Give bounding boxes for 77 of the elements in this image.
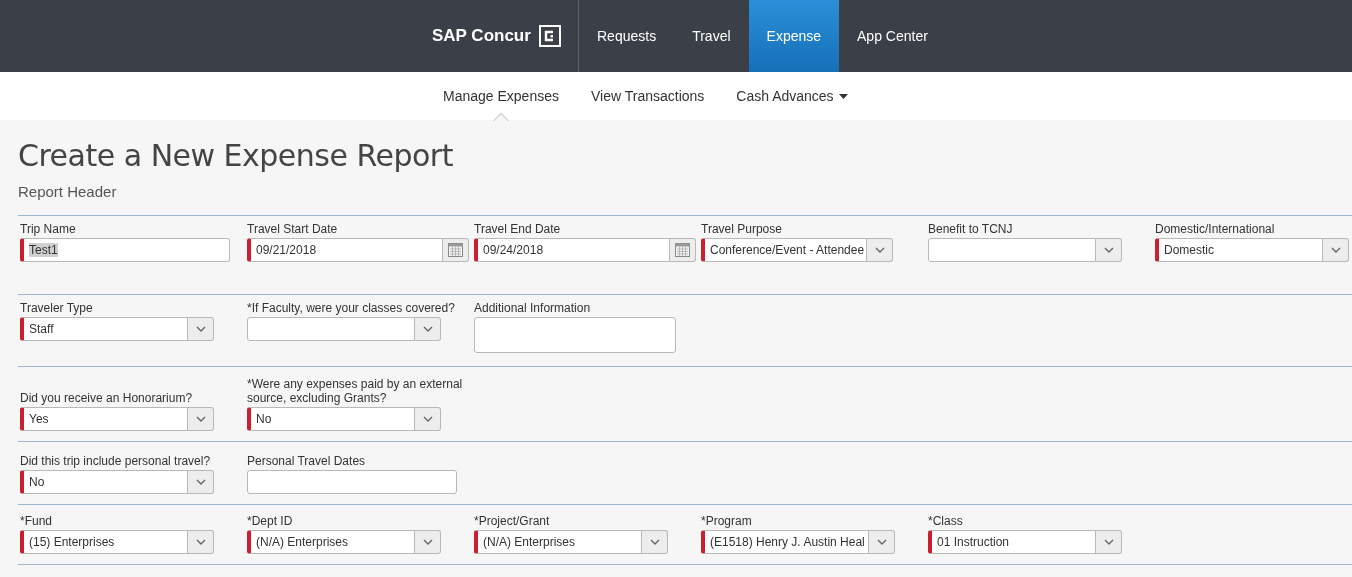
calendar-icon bbox=[675, 243, 690, 257]
field-label: Travel Start Date bbox=[247, 222, 339, 236]
nav-tab[interactable]: Travel bbox=[674, 0, 749, 72]
input-field[interactable]: (15) Enterprises bbox=[20, 530, 188, 554]
input-field[interactable]: No bbox=[20, 470, 188, 494]
chevron-down-icon bbox=[422, 539, 433, 545]
input-field[interactable]: 09/21/2018 bbox=[247, 238, 443, 262]
section-title: Report Header bbox=[18, 183, 118, 202]
dropdown-button[interactable] bbox=[867, 238, 893, 262]
field-label: *Project/Grant bbox=[474, 514, 551, 528]
input-field[interactable]: 09/24/2018 bbox=[474, 238, 670, 262]
input-field[interactable]: Test1 bbox=[20, 238, 230, 262]
chevron-down-icon bbox=[195, 416, 206, 422]
chevron-down-icon bbox=[876, 539, 887, 545]
field-label: Travel Purpose bbox=[701, 222, 783, 236]
chevron-down-icon bbox=[649, 539, 660, 545]
dropdown-button[interactable] bbox=[415, 317, 441, 341]
dropdown-button[interactable] bbox=[188, 317, 214, 341]
field-label: Benefit to TCNJ bbox=[928, 222, 1014, 236]
field-label: *Class bbox=[928, 514, 964, 528]
sub-nav-link[interactable]: View Transactions bbox=[574, 72, 721, 120]
dropdown-button[interactable] bbox=[188, 407, 214, 431]
dropdown-button[interactable] bbox=[188, 530, 214, 554]
calendar-button[interactable] bbox=[670, 238, 696, 262]
field-label: *Dept ID bbox=[247, 514, 294, 528]
dropdown-button[interactable] bbox=[869, 530, 895, 554]
field-label: *Fund bbox=[20, 514, 54, 528]
field-label: Did this trip include personal travel? bbox=[20, 454, 212, 468]
chevron-down-icon bbox=[1330, 247, 1341, 253]
field-label: Trip Name bbox=[20, 222, 77, 236]
field-label: Travel End Date bbox=[474, 222, 562, 236]
input-field[interactable]: Domestic bbox=[1155, 238, 1323, 262]
input-field[interactable] bbox=[247, 317, 415, 341]
dropdown-button[interactable] bbox=[642, 530, 668, 554]
sub-nav-link[interactable]: Cash Advances bbox=[720, 72, 864, 120]
field-label: *If Faculty, were your classes covered? bbox=[247, 301, 456, 315]
chevron-down-icon bbox=[1103, 539, 1114, 545]
input-field[interactable] bbox=[928, 238, 1096, 262]
calendar-icon bbox=[448, 243, 463, 257]
chevron-down-icon bbox=[422, 326, 433, 332]
field-label: *Were any expenses paid by an external source, excluding Grants? bbox=[247, 377, 464, 405]
input-field[interactable]: Staff bbox=[20, 317, 188, 341]
field-label: *Program bbox=[701, 514, 753, 528]
chevron-down-icon bbox=[195, 539, 206, 545]
field-label: Domestic/International bbox=[1155, 222, 1276, 236]
input-field[interactable]: No bbox=[247, 407, 415, 431]
field-label: Personal Travel Dates bbox=[247, 454, 367, 468]
page-title: Create a New Expense Report bbox=[18, 138, 454, 173]
dropdown-button[interactable] bbox=[415, 407, 441, 431]
input-field[interactable]: (E1518) Henry J. Austin Heal bbox=[701, 530, 869, 554]
dropdown-button[interactable] bbox=[1096, 530, 1122, 554]
nav-tab[interactable]: Expense bbox=[748, 0, 840, 72]
dropdown-button[interactable] bbox=[415, 530, 441, 554]
input-field[interactable] bbox=[247, 470, 457, 494]
field-label: Did you receive an Honorarium? bbox=[20, 391, 194, 405]
chevron-down-icon bbox=[1103, 247, 1114, 253]
logo-icon bbox=[538, 25, 561, 47]
logo-text: SAP Concur bbox=[432, 26, 531, 46]
chevron-down-icon bbox=[195, 326, 206, 332]
nav-tab[interactable]: App Center bbox=[839, 0, 946, 72]
calendar-button[interactable] bbox=[443, 238, 469, 262]
input-field[interactable]: (N/A) Enterprises bbox=[247, 530, 415, 554]
input-field[interactable]: (N/A) Enterprises bbox=[474, 530, 642, 554]
nav-tab[interactable]: Requests bbox=[579, 0, 675, 72]
dropdown-button[interactable] bbox=[1323, 238, 1349, 262]
field-label: Additional Information bbox=[474, 301, 592, 315]
input-field[interactable]: Conference/Event - Attendee bbox=[701, 238, 867, 262]
input-field[interactable]: Yes bbox=[20, 407, 188, 431]
field-label: Traveler Type bbox=[20, 301, 94, 315]
caret-icon bbox=[838, 93, 848, 99]
chevron-down-icon bbox=[874, 247, 885, 253]
input-field[interactable] bbox=[474, 317, 676, 353]
chevron-down-icon bbox=[422, 416, 433, 422]
input-field[interactable]: 01 Instruction bbox=[928, 530, 1096, 554]
dropdown-button[interactable] bbox=[1096, 238, 1122, 262]
dropdown-button[interactable] bbox=[188, 470, 214, 494]
chevron-down-icon bbox=[195, 479, 206, 485]
